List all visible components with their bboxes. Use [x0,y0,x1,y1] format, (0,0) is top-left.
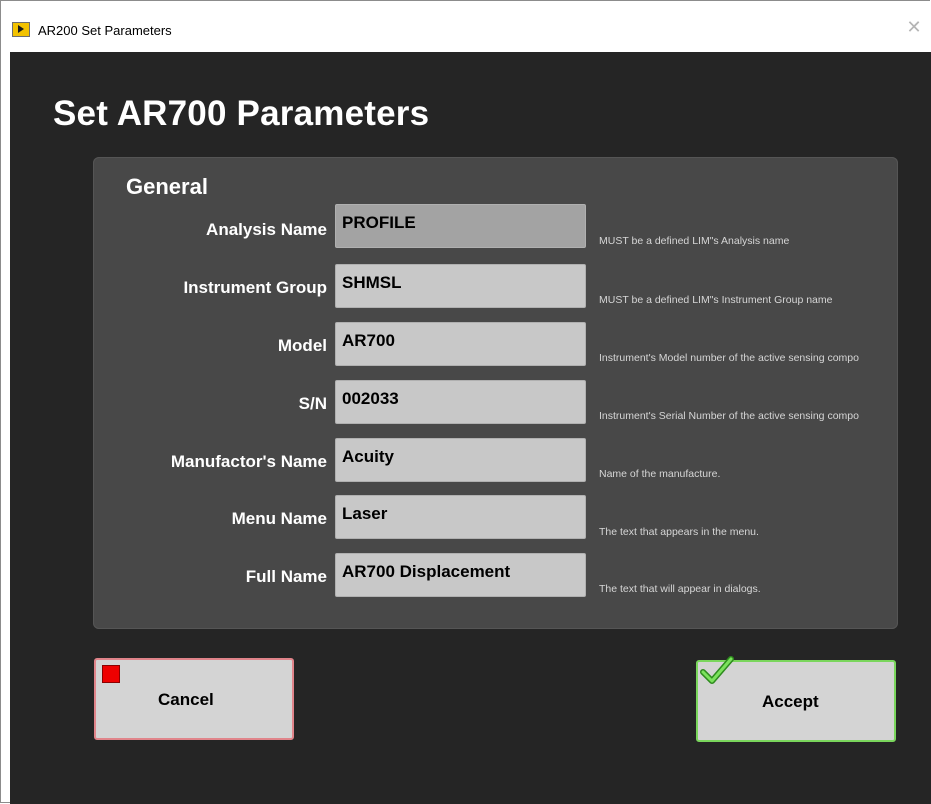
serial-number-field[interactable]: 002033 [335,380,586,424]
page-title: Set AR700 Parameters [53,94,430,133]
accept-button[interactable]: Accept [696,656,896,742]
hint-manufacturer-name: Name of the manufacture. [599,468,721,480]
general-panel: General Analysis Name PROFILE MUST be a … [93,157,898,629]
model-field[interactable]: AR700 [335,322,586,366]
full-name-field[interactable]: AR700 Displacement [335,553,586,597]
stop-icon [102,665,120,683]
section-heading-general: General [126,174,208,199]
hint-instrument-group: MUST be a defined LIM"s Instrument Group… [599,294,833,306]
hint-menu-name: The text that appears in the menu. [599,526,759,538]
window-title: AR200 Set Parameters [38,23,172,38]
cancel-button-label: Cancel [158,690,214,709]
dialog-body: Set AR700 Parameters General Analysis Na… [10,52,931,804]
close-button[interactable]: ✕ [903,17,925,39]
label-instrument-group: Instrument Group [183,278,327,297]
check-icon [700,656,734,684]
accept-button-label: Accept [762,692,819,711]
menu-name-field[interactable]: Laser [335,495,586,539]
label-manufacturer-name: Manufactor's Name [170,452,327,471]
label-model: Model [277,336,327,355]
analysis-name-field[interactable]: PROFILE [335,204,586,248]
label-analysis-name: Analysis Name [206,220,327,239]
label-serial-number: S/N [298,394,327,413]
hint-full-name: The text that will appear in dialogs. [599,583,761,595]
hint-model: Instrument's Model number of the active … [599,352,859,364]
hint-analysis-name: MUST be a defined LIM"s Analysis name [599,235,790,247]
hint-serial-number: Instrument's Serial Number of the active… [599,410,859,422]
title-bar: AR200 Set Parameters ✕ [1,1,931,52]
label-menu-name: Menu Name [231,509,327,528]
labview-app-icon [12,22,30,37]
manufacturer-name-field[interactable]: Acuity [335,438,586,482]
instrument-group-field[interactable]: SHMSL [335,264,586,308]
cancel-button[interactable]: Cancel [94,658,294,740]
label-full-name: Full Name [245,567,327,586]
dialog-window: AR200 Set Parameters ✕ Set AR700 Paramet… [0,0,931,804]
